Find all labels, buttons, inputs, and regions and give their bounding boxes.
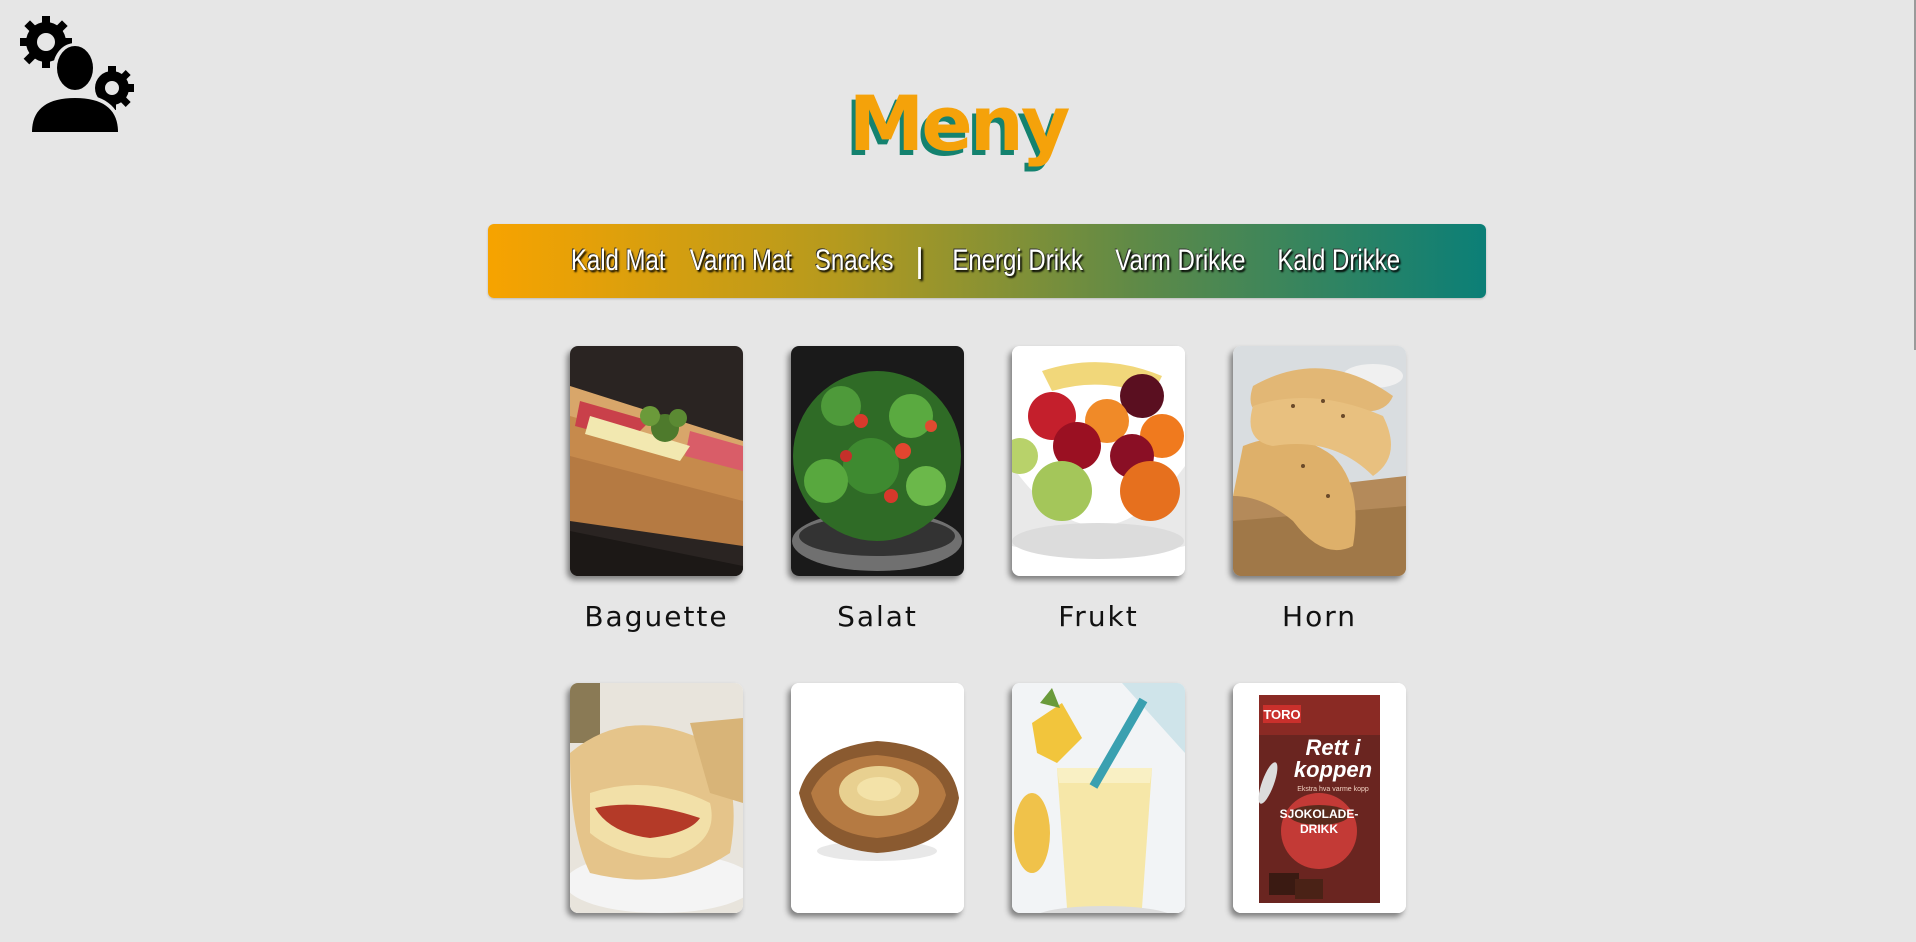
menu-item-cocoa[interactable]: TORO Rett i koppen Ekstra hva varme kopp… — [1233, 683, 1406, 937]
category-nav: Kald Mat Varm Mat Snacks | Energi Drikk … — [488, 224, 1486, 298]
nav-item-energi-drikk[interactable]: Energi Drikk — [952, 244, 1083, 278]
menu-item-label: Baguette — [584, 600, 729, 633]
croissant-image — [1233, 346, 1406, 576]
menu-item-salat[interactable]: Salat — [791, 346, 964, 633]
smoothie-image — [1012, 683, 1185, 913]
nav-item-varm-mat[interactable]: Varm Mat — [690, 244, 792, 278]
menu-item-frukt[interactable]: Frukt — [1012, 346, 1185, 633]
nav-item-snacks[interactable]: Snacks — [815, 244, 894, 278]
packet-brand: TORO — [1263, 707, 1300, 722]
baguette-image — [570, 346, 743, 576]
nav-item-varm-drikke[interactable]: Varm Drikke — [1116, 244, 1246, 278]
cocoa-packet-image: TORO Rett i koppen Ekstra hva varme kopp… — [1233, 683, 1406, 913]
menu-item-pastry[interactable] — [791, 683, 964, 937]
salad-image — [791, 346, 964, 576]
menu-item-smoothie[interactable] — [1012, 683, 1185, 937]
packet-name-line2: koppen — [1294, 757, 1372, 782]
nav-separator: | — [915, 241, 924, 280]
nav-item-kald-drikke[interactable]: Kald Drikke — [1277, 244, 1400, 278]
packet-flavor-line1: SJOKOLADE- — [1280, 807, 1359, 821]
page-title: Meny — [848, 79, 1071, 168]
calzone-image — [570, 683, 743, 913]
pastry-image — [791, 683, 964, 913]
nav-item-kald-mat[interactable]: Kald Mat — [570, 244, 665, 278]
fruit-bowl-image — [1012, 346, 1185, 576]
menu-item-label: Frukt — [1058, 600, 1139, 633]
menu-item-baguette[interactable]: Baguette — [570, 346, 743, 633]
menu-item-label: Horn — [1282, 600, 1357, 633]
packet-flavor-line2: DRIKK — [1300, 822, 1338, 836]
menu-item-calzone[interactable] — [570, 683, 743, 937]
menu-item-horn[interactable]: Horn — [1233, 346, 1406, 633]
menu-item-label: Salat — [837, 600, 918, 633]
page: Meny Kald Mat Varm Mat Snacks | Energi D… — [0, 0, 1916, 942]
packet-tagline: Ekstra hva varme kopp — [1297, 786, 1369, 793]
